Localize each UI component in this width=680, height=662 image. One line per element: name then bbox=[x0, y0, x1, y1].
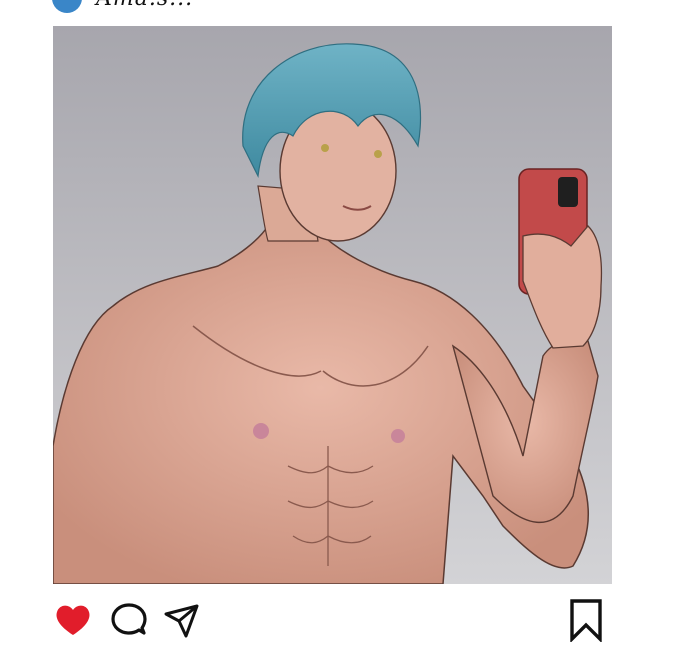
avatar[interactable] bbox=[52, 0, 82, 13]
heart-icon[interactable] bbox=[53, 600, 93, 640]
bookmark-icon[interactable] bbox=[566, 598, 606, 644]
post-header: Ama.s... bbox=[52, 0, 193, 13]
username[interactable]: Ama.s... bbox=[96, 0, 193, 11]
action-bar bbox=[53, 596, 612, 644]
post-image[interactable] bbox=[53, 26, 612, 584]
comment-bubble-icon[interactable] bbox=[109, 600, 149, 640]
post-illustration bbox=[53, 26, 612, 584]
paper-plane-icon[interactable] bbox=[161, 600, 201, 640]
